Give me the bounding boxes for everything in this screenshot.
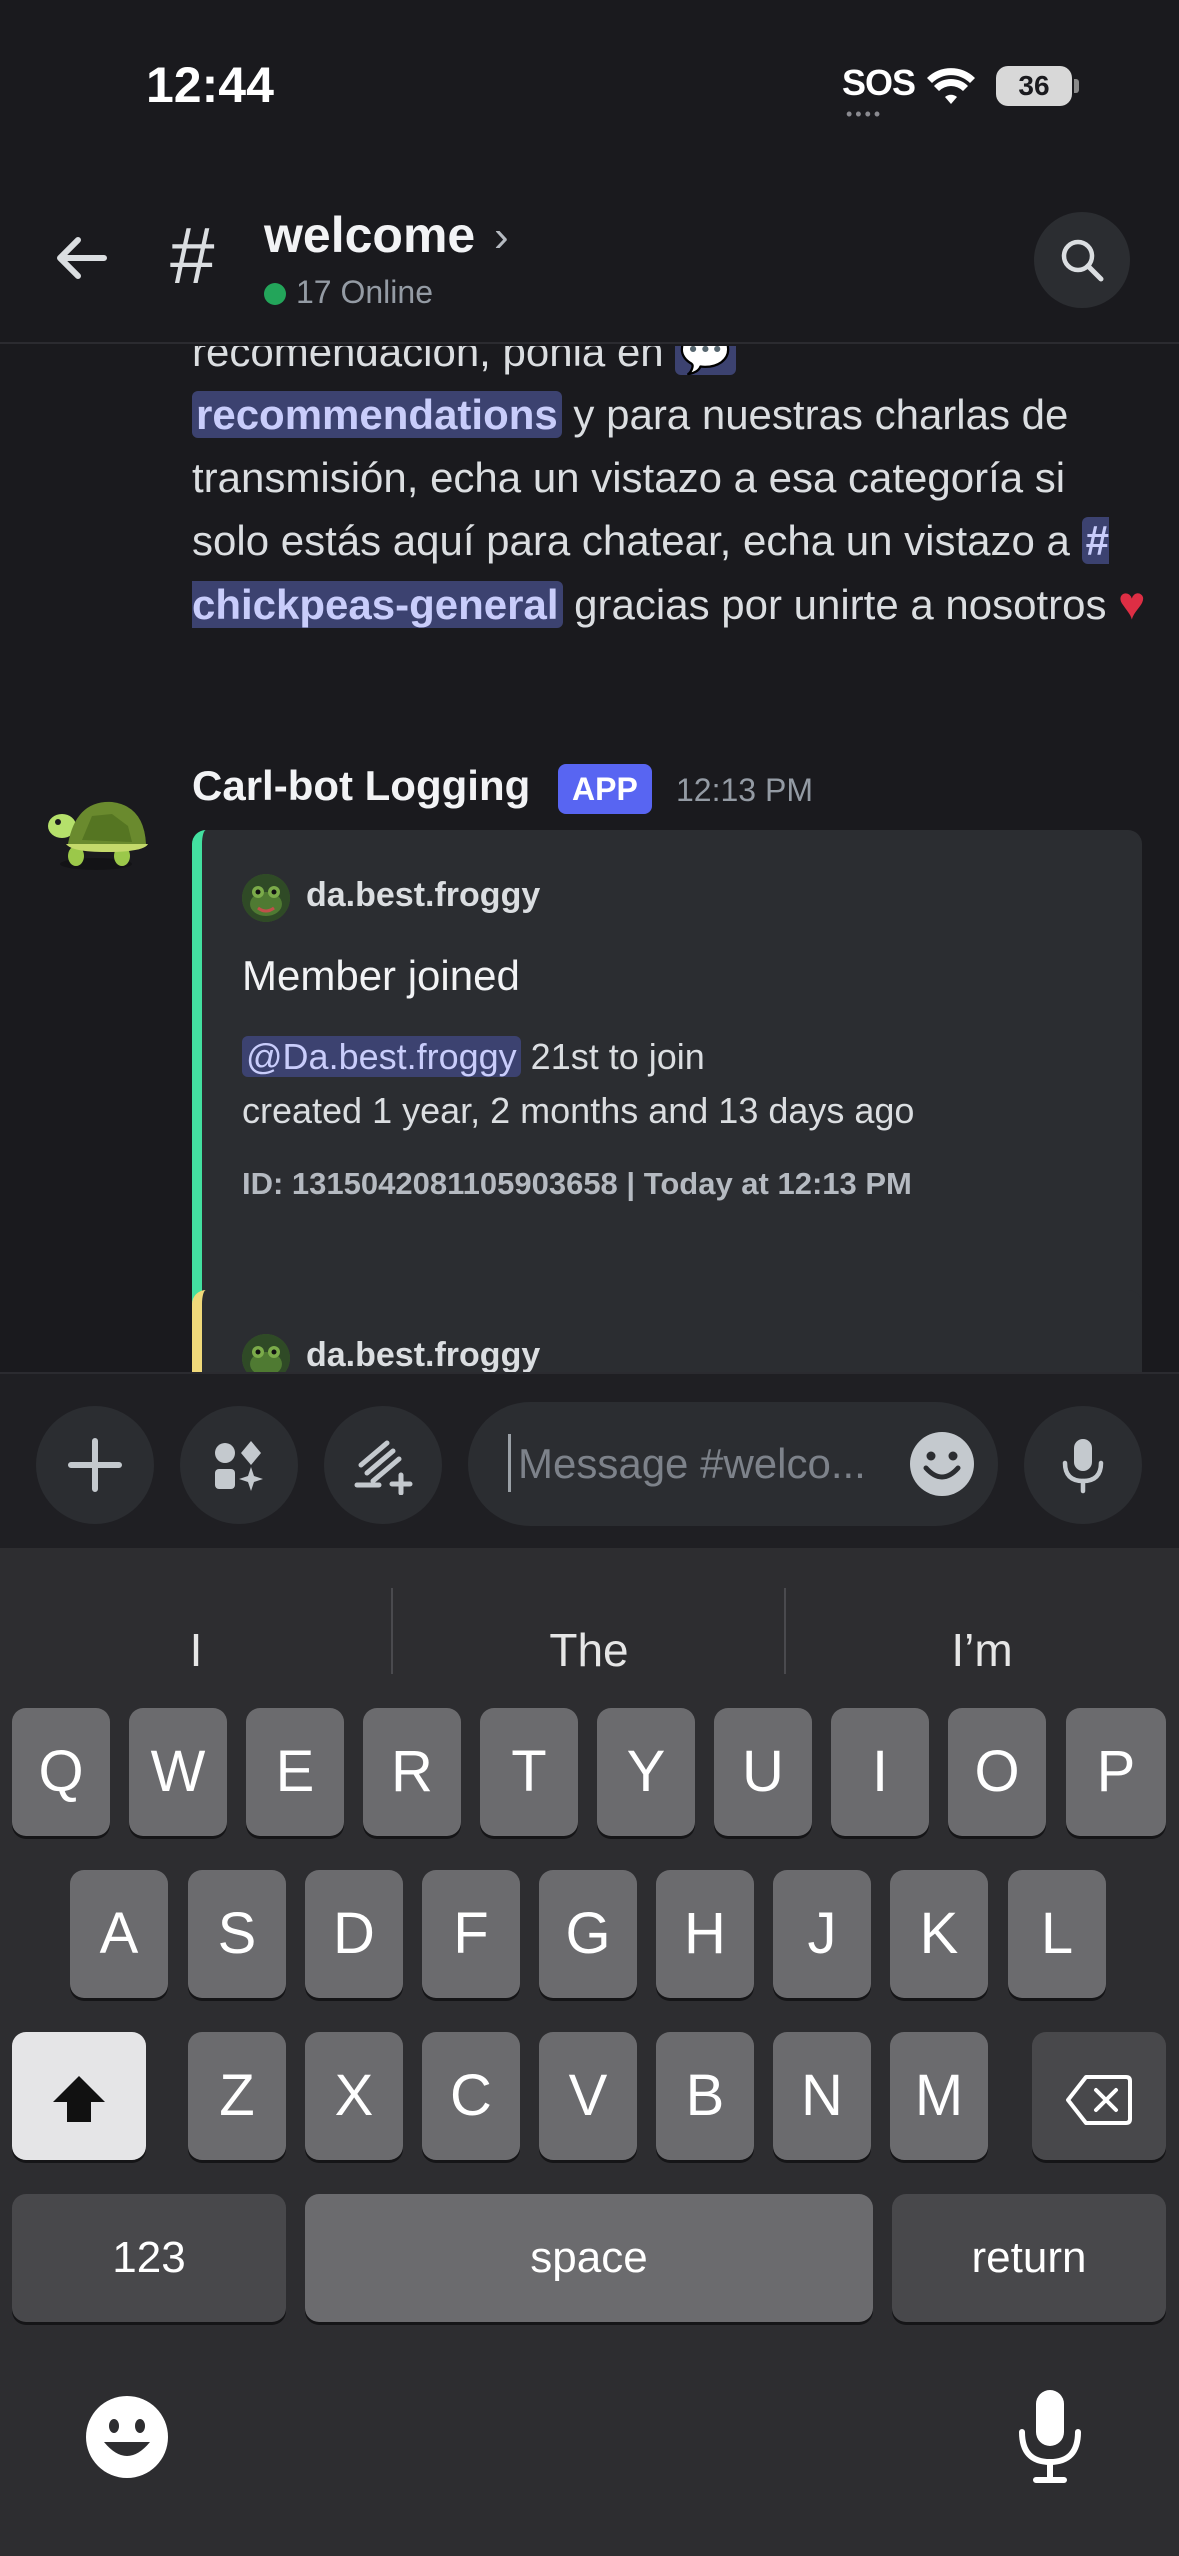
key-u[interactable]: U: [714, 1708, 812, 1836]
battery-level: 36: [1018, 70, 1050, 101]
embed-description: @Da.best.froggy 21st to join created 1 y…: [242, 1036, 915, 1131]
apps-button[interactable]: [180, 1406, 298, 1524]
message-placeholder: Message #welco...: [518, 1440, 866, 1487]
embed-author-avatar: [242, 1334, 290, 1374]
key-j[interactable]: J: [773, 1870, 871, 1998]
message-author[interactable]: Carl-bot Logging: [192, 762, 530, 810]
message-list[interactable]: recomendación, ponla en 💬 recommendation…: [0, 346, 1179, 1374]
channel-name[interactable]: welcome: [264, 206, 475, 264]
plus-icon: [68, 1438, 122, 1492]
back-arrow-icon[interactable]: [50, 226, 114, 290]
suggestion-2[interactable]: The: [393, 1600, 785, 1700]
key-l[interactable]: L: [1008, 1870, 1106, 1998]
embed-title: Member joined: [242, 952, 520, 999]
key-y[interactable]: Y: [597, 1708, 695, 1836]
status-bar: 12:44 SOS •••• 36: [0, 0, 1179, 170]
channel-header: # welcome › 17 Online: [0, 170, 1179, 344]
emoji-picker-icon[interactable]: [908, 1430, 976, 1498]
wifi-icon: [927, 68, 975, 104]
text-caret: [508, 1434, 511, 1492]
embed-footer: ID: 1315042081105903658 | Today at 12:13…: [242, 1166, 912, 1201]
embed-second: da.best.froggy: [192, 1290, 1142, 1374]
key-z[interactable]: Z: [188, 2032, 286, 2160]
commands-button[interactable]: [324, 1406, 442, 1524]
add-attachment-button[interactable]: [36, 1406, 154, 1524]
channel-hash-icon: #: [170, 211, 215, 300]
battery-icon: 36: [996, 66, 1079, 106]
microphone-icon: [1062, 1439, 1104, 1494]
key-f[interactable]: F: [422, 1870, 520, 1998]
delete-icon: [1066, 2074, 1132, 2125]
user-mention[interactable]: @Da.best.froggy: [242, 1036, 521, 1077]
key-q[interactable]: Q: [12, 1708, 110, 1836]
on-screen-keyboard: I The I’m Q W E R T Y U I O P A S D F G …: [0, 1548, 1179, 2556]
embed-author-avatar: [242, 874, 290, 922]
heart-emoji-icon: ♥: [1118, 577, 1146, 629]
shift-key[interactable]: [12, 2032, 146, 2160]
message-timestamp: 12:13 PM: [676, 772, 813, 808]
key-x[interactable]: X: [305, 2032, 403, 2160]
return-key[interactable]: return: [892, 2194, 1166, 2322]
app-badge: APP: [558, 764, 652, 814]
voice-message-button[interactable]: [1024, 1406, 1142, 1524]
channel-mention-icon[interactable]: 💬: [675, 346, 736, 375]
key-a[interactable]: A: [70, 1870, 168, 1998]
key-k[interactable]: K: [890, 1870, 988, 1998]
embed-author[interactable]: da.best.froggy: [306, 876, 540, 915]
key-h[interactable]: H: [656, 1870, 754, 1998]
numbers-key[interactable]: 123: [12, 2194, 286, 2322]
chevron-right-icon[interactable]: ›: [494, 212, 509, 262]
embed-author[interactable]: da.best.froggy: [306, 1336, 540, 1374]
key-t[interactable]: T: [480, 1708, 578, 1836]
suggestion-3[interactable]: I’m: [786, 1600, 1178, 1700]
key-r[interactable]: R: [363, 1708, 461, 1836]
turtle-avatar[interactable]: [36, 764, 156, 884]
slash-commands-icon: [354, 1440, 413, 1495]
keyboard-emoji-icon[interactable]: [84, 2394, 170, 2480]
key-v[interactable]: V: [539, 2032, 637, 2160]
apps-icon: [215, 1441, 263, 1491]
channel-mention-recommendations[interactable]: recommendations: [192, 391, 562, 438]
dictation-microphone-icon[interactable]: [1010, 2386, 1090, 2486]
message-composer: Message #welco...: [0, 1372, 1179, 1548]
signal-dots-icon: ••••: [846, 104, 884, 124]
backspace-key[interactable]: [1032, 2032, 1166, 2160]
online-count: 17 Online: [264, 274, 433, 311]
key-d[interactable]: D: [305, 1870, 403, 1998]
shift-arrow-icon: [53, 2075, 105, 2122]
key-e[interactable]: E: [246, 1708, 344, 1836]
search-button[interactable]: [1034, 212, 1130, 308]
suggestion-1[interactable]: I: [0, 1600, 392, 1700]
key-c[interactable]: C: [422, 2032, 520, 2160]
key-i[interactable]: I: [831, 1708, 929, 1836]
status-time: 12:44: [146, 57, 274, 113]
key-b[interactable]: B: [656, 2032, 754, 2160]
online-dot-icon: [264, 283, 286, 305]
space-key[interactable]: space: [305, 2194, 873, 2322]
key-o[interactable]: O: [948, 1708, 1046, 1836]
key-p[interactable]: P: [1066, 1708, 1166, 1836]
search-icon: [1061, 239, 1104, 282]
message-input[interactable]: Message #welco...: [468, 1402, 998, 1526]
key-w[interactable]: W: [129, 1708, 227, 1836]
sos-indicator: SOS: [842, 62, 916, 103]
previous-message-text: recomendación, ponla en 💬 recommendation…: [192, 346, 1152, 636]
key-n[interactable]: N: [773, 2032, 871, 2160]
key-m[interactable]: M: [890, 2032, 988, 2160]
key-g[interactable]: G: [539, 1870, 637, 1998]
key-s[interactable]: S: [188, 1870, 286, 1998]
